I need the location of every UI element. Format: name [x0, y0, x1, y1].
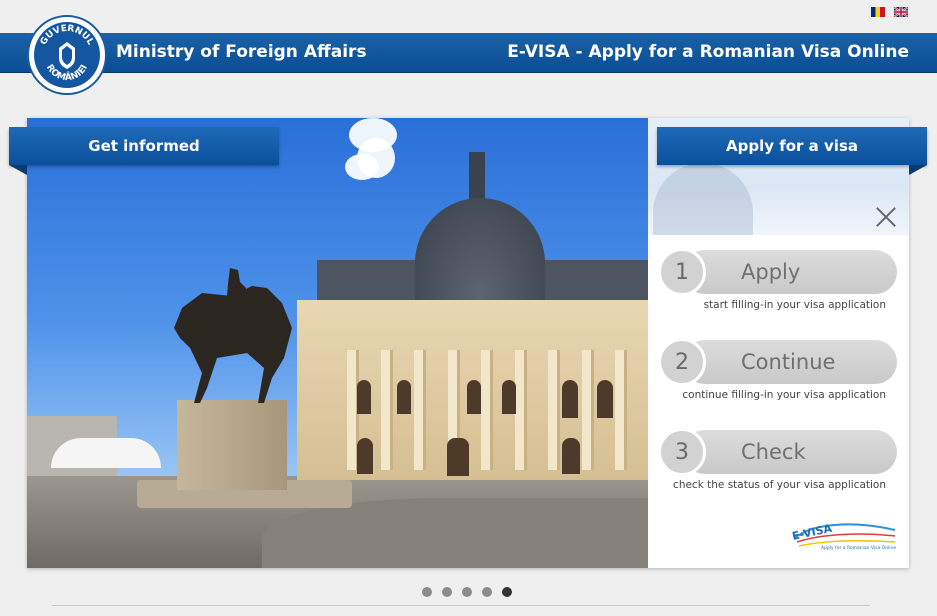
- svg-text:E-VISA: E-VISA: [791, 522, 834, 543]
- step-apply[interactable]: Apply 1 start filling-in your visa appli…: [658, 248, 898, 316]
- step-description: check the status of your visa applicatio…: [673, 479, 886, 491]
- hero-image: [27, 118, 648, 568]
- page-title: E-VISA - Apply for a Romanian Visa Onlin…: [507, 42, 909, 62]
- carousel-dot[interactable]: [482, 587, 492, 597]
- step-description: continue filling-in your visa applicatio…: [682, 389, 886, 401]
- apply-button[interactable]: Apply: [683, 250, 897, 294]
- carousel-dot[interactable]: [442, 587, 452, 597]
- tab-fold: [909, 165, 927, 175]
- svg-text:Apply for a Romanian Visa Onli: Apply for a Romanian Visa Online: [821, 545, 896, 551]
- step-description: start filling-in your visa application: [703, 299, 886, 311]
- apply-panel: Apply 1 start filling-in your visa appli…: [648, 118, 909, 568]
- carousel-dot[interactable]: [422, 587, 432, 597]
- government-seal-logo[interactable]: GUVERNUL ROMÂNIEI: [27, 15, 107, 95]
- check-button[interactable]: Check: [683, 430, 897, 474]
- step-number: 1: [658, 248, 706, 296]
- main-card: Apply 1 start filling-in your visa appli…: [27, 118, 909, 568]
- step-number: 3: [658, 428, 706, 476]
- tab-get-informed[interactable]: Get informed: [9, 127, 279, 165]
- ministry-title: Ministry of Foreign Affairs: [116, 42, 367, 62]
- tab-fold: [9, 165, 27, 175]
- evisa-logo: E-VISA Apply for a Romanian Visa Online: [791, 522, 896, 551]
- footer-divider: [52, 605, 870, 606]
- romanian-flag-icon[interactable]: [871, 7, 885, 17]
- step-number: 2: [658, 338, 706, 386]
- carousel-dots: [422, 587, 512, 597]
- step-continue[interactable]: Continue 2 continue filling-in your visa…: [658, 338, 898, 406]
- continue-button[interactable]: Continue: [683, 340, 897, 384]
- carousel-dot[interactable]: [462, 587, 472, 597]
- step-check[interactable]: Check 3 check the status of your visa ap…: [658, 428, 898, 496]
- close-icon[interactable]: [876, 207, 896, 227]
- tab-apply-for-visa[interactable]: Apply for a visa: [657, 127, 927, 165]
- carousel-dot-active[interactable]: [502, 587, 512, 597]
- language-switcher: [871, 7, 908, 17]
- uk-flag-icon[interactable]: [894, 7, 908, 17]
